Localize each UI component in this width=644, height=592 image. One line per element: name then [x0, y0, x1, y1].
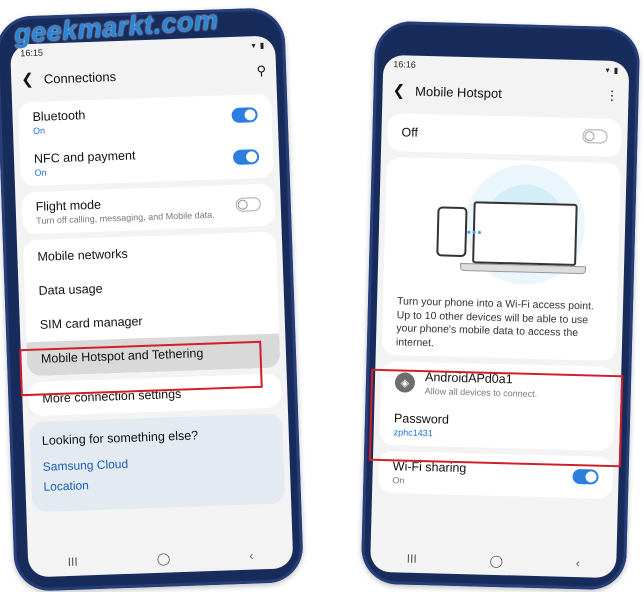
search-icon[interactable]: ⚲ — [256, 63, 266, 79]
link-location[interactable]: Location — [43, 472, 272, 494]
page-title: Connections — [43, 68, 117, 87]
home-icon[interactable]: ◯ — [489, 554, 503, 568]
home-icon[interactable]: ◯ — [157, 551, 171, 565]
back-icon[interactable]: ‹ — [576, 556, 580, 570]
highlight-hotspot-menu — [19, 340, 263, 397]
phone-left: 16:15 ▾ ▮ ❮ Connections ⚲ Bluetooth On N… — [0, 7, 304, 592]
recent-apps-icon[interactable]: III — [407, 552, 417, 566]
nfc-row[interactable]: NFC and payment On — [20, 136, 274, 187]
nav-bar: III ◯ ‹ — [28, 540, 294, 577]
highlight-network-details — [368, 368, 624, 468]
hotspot-toggle[interactable] — [582, 129, 608, 144]
connections-screen: 16:15 ▾ ▮ ❮ Connections ⚲ Bluetooth On N… — [10, 35, 294, 578]
status-time: 16:16 — [393, 59, 416, 70]
hotspot-info-card: ••• Turn your phone into a Wi-Fi access … — [381, 156, 621, 362]
bluetooth-nfc-card: Bluetooth On NFC and payment On — [18, 93, 274, 187]
hotspot-description: Turn your phone into a Wi-Fi access poin… — [395, 295, 595, 349]
bluetooth-toggle[interactable] — [231, 107, 258, 124]
phone-right: 16:16 ▾ ▮ ❮ Mobile Hotspot ⋮ Off ••• Tur… — [360, 20, 641, 591]
help-title: Looking for something else? — [41, 428, 199, 448]
nav-bar: III ◯ ‹ — [370, 544, 617, 578]
mobile-hotspot-screen: 16:16 ▾ ▮ ❮ Mobile Hotspot ⋮ Off ••• Tur… — [369, 54, 630, 579]
flight-mode-toggle[interactable] — [235, 197, 261, 212]
help-card: Looking for something else? Samsung Clou… — [29, 413, 286, 513]
flight-mode-card: Flight mode Turn off calling, messaging,… — [21, 183, 276, 235]
more-options-icon[interactable]: ⋮ — [605, 88, 618, 104]
hotspot-switch-card: Off — [387, 112, 622, 158]
wifi-sharing-toggle[interactable] — [572, 468, 599, 485]
flight-mode-row[interactable]: Flight mode Turn off calling, messaging,… — [21, 184, 275, 235]
page-title: Mobile Hotspot — [414, 83, 503, 101]
back-arrow-icon[interactable]: ❮ — [392, 81, 405, 99]
laptop-icon — [472, 201, 578, 266]
back-arrow-icon[interactable]: ❮ — [21, 70, 34, 88]
hotspot-switch-row[interactable]: Off — [387, 113, 622, 157]
hotspot-state-label: Off — [401, 125, 419, 140]
back-icon[interactable]: ‹ — [249, 549, 253, 563]
app-bar: ❮ Mobile Hotspot ⋮ — [382, 73, 629, 113]
recent-apps-icon[interactable]: III — [67, 555, 77, 569]
hotspot-illustration: ••• — [383, 156, 621, 294]
link-samsung-cloud[interactable]: Samsung Cloud — [43, 452, 272, 474]
phone-icon — [436, 206, 468, 258]
nfc-toggle[interactable] — [232, 149, 260, 165]
status-icons: ▾ ▮ — [251, 40, 266, 50]
status-icons: ▾ ▮ — [605, 65, 620, 75]
